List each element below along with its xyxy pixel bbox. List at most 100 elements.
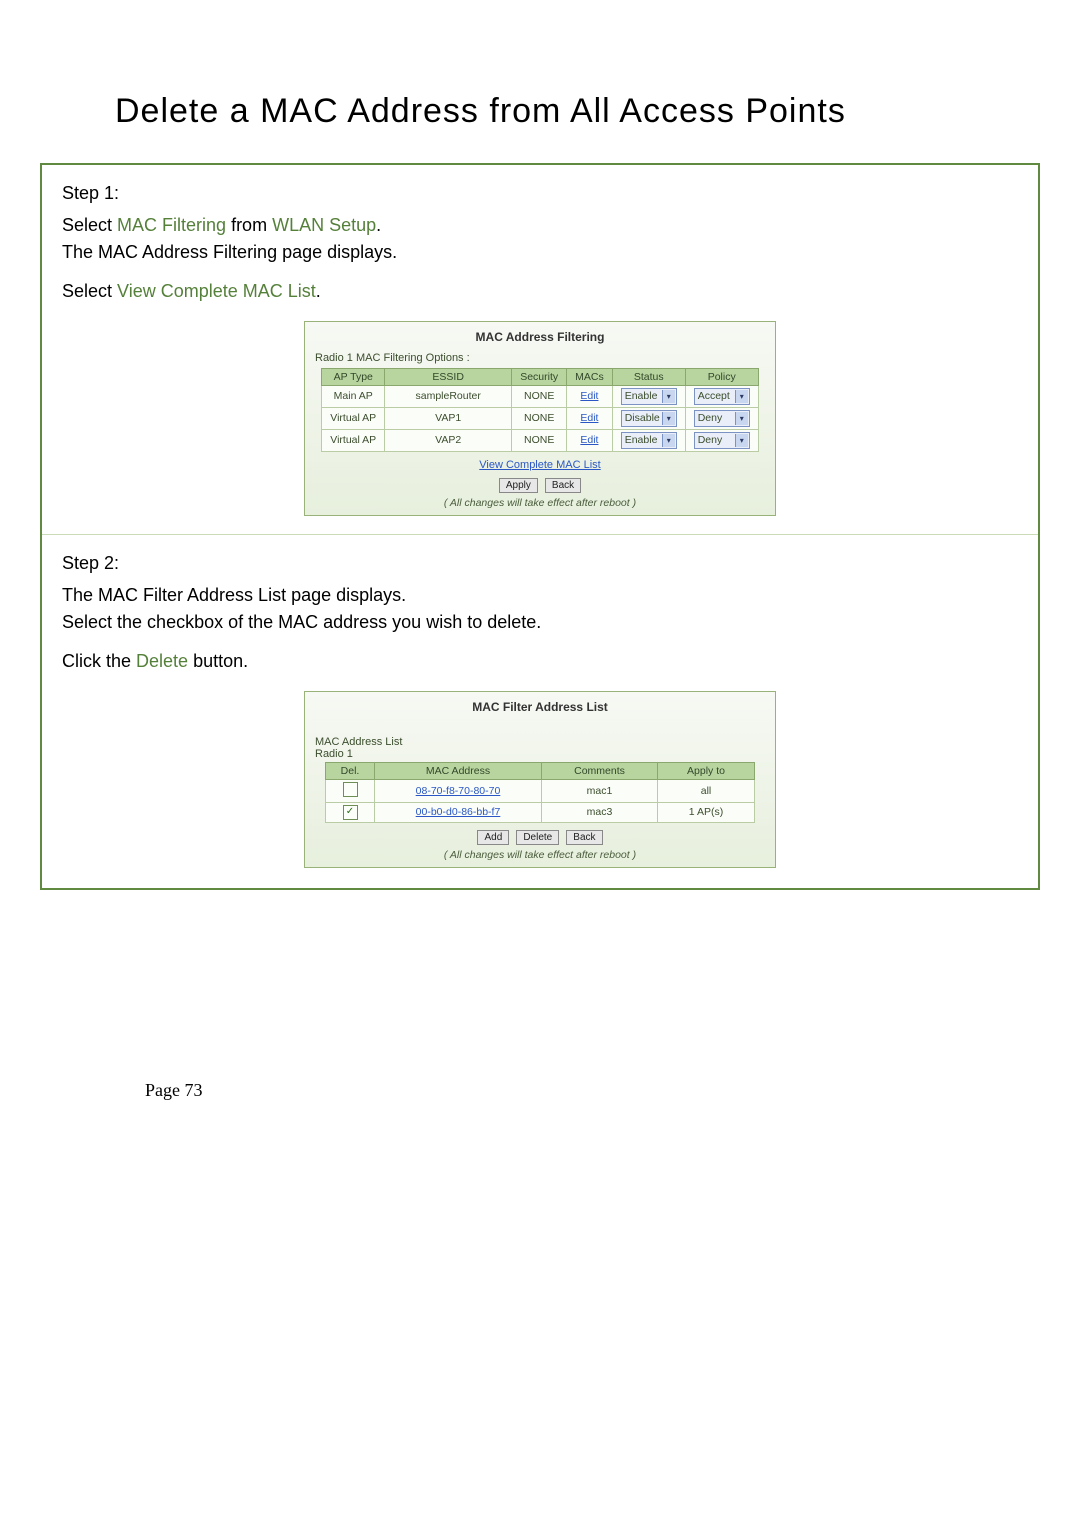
- col-status: Status: [612, 368, 685, 385]
- text: The MAC Filter Address List page display…: [62, 585, 406, 605]
- page-title: Delete a MAC Address from All Access Poi…: [115, 90, 965, 133]
- panel2-buttons: Add Delete Back: [305, 827, 775, 849]
- panel2-title: MAC Filter Address List: [305, 692, 775, 720]
- delete-button[interactable]: Delete: [516, 830, 559, 845]
- step-2-body-2: Click the Delete button.: [62, 648, 1018, 675]
- col-macs: MACs: [567, 368, 613, 385]
- mac-address-filtering-panel: MAC Address Filtering Radio 1 MAC Filter…: [304, 321, 776, 516]
- table-row: Virtual AP VAP1 NONE Edit Disable▾ Deny▾: [322, 407, 758, 429]
- chevron-down-icon: ▾: [735, 412, 748, 425]
- select-value: Deny: [698, 412, 723, 424]
- policy-select[interactable]: Deny ▾: [694, 432, 750, 449]
- col-security: Security: [512, 368, 567, 385]
- step-1-label: Step 1:: [62, 183, 1018, 204]
- panel2-sub2: Radio 1: [305, 748, 775, 762]
- text: .: [316, 281, 321, 301]
- cell-essid: sampleRouter: [385, 385, 512, 407]
- delete-checkbox[interactable]: ✓: [343, 805, 358, 820]
- policy-select[interactable]: Accept ▾: [694, 388, 750, 405]
- mac-address-list-table: Del. MAC Address Comments Apply to 08-70…: [325, 762, 755, 823]
- panel1-wrap: MAC Address Filtering Radio 1 MAC Filter…: [62, 317, 1018, 524]
- mac-filter-address-list-panel: MAC Filter Address List MAC Address List…: [304, 691, 776, 868]
- cell-aptype: Virtual AP: [322, 407, 385, 429]
- edit-macs-link[interactable]: Edit: [580, 412, 598, 424]
- view-complete-mac-list-link-text: View Complete MAC List: [117, 281, 316, 301]
- apply-button[interactable]: Apply: [499, 478, 538, 493]
- steps-container: Step 1: Select MAC Filtering from WLAN S…: [40, 163, 1040, 890]
- step-2-section: Step 2: The MAC Filter Address List page…: [42, 535, 1038, 888]
- cell-essid: VAP1: [385, 407, 512, 429]
- panel1-note: ( All changes will take effect after reb…: [305, 497, 775, 515]
- panel1-subhead: Radio 1 MAC Filtering Options :: [305, 350, 775, 368]
- step-2-label: Step 2:: [62, 553, 1018, 574]
- text: from: [226, 215, 272, 235]
- cell-essid: VAP2: [385, 429, 512, 451]
- panel2-wrap: MAC Filter Address List MAC Address List…: [62, 687, 1018, 876]
- table-row: Virtual AP VAP2 NONE Edit Enable▾ Deny ▾: [322, 429, 758, 451]
- select-value: Disable: [625, 412, 660, 424]
- mac-address-link[interactable]: 08-70-f8-70-80-70: [416, 785, 501, 797]
- table-row: 08-70-f8-70-80-70 mac1 all: [326, 779, 755, 802]
- text: Click the: [62, 651, 136, 671]
- cell-applyto: 1 AP(s): [658, 802, 755, 822]
- table-header-row: Del. MAC Address Comments Apply to: [326, 762, 755, 779]
- panel1-link-row: View Complete MAC List: [305, 456, 775, 475]
- cell-security: NONE: [512, 429, 567, 451]
- select-value: Enable: [625, 390, 658, 402]
- page-number: Page 73: [145, 1080, 1080, 1101]
- mac-address-link[interactable]: 00-b0-d0-86-bb-f7: [416, 806, 501, 818]
- table-header-row: AP Type ESSID Security MACs Status Polic…: [322, 368, 758, 385]
- chevron-down-icon: ▾: [662, 434, 675, 447]
- col-aptype: AP Type: [322, 368, 385, 385]
- text: Select: [62, 215, 117, 235]
- panel1-buttons: Apply Back: [305, 475, 775, 497]
- step-1-section: Step 1: Select MAC Filtering from WLAN S…: [42, 165, 1038, 535]
- col-policy: Policy: [685, 368, 758, 385]
- col-mac: MAC Address: [375, 762, 542, 779]
- select-value: Deny: [698, 434, 723, 446]
- cell-aptype: Main AP: [322, 385, 385, 407]
- chevron-down-icon: ▾: [662, 390, 675, 403]
- chevron-down-icon: ▾: [662, 412, 675, 425]
- edit-macs-link[interactable]: Edit: [580, 434, 598, 446]
- step-1-body: Select MAC Filtering from WLAN Setup. Th…: [62, 212, 1018, 266]
- mac-filtering-table: AP Type ESSID Security MACs Status Polic…: [321, 368, 758, 452]
- delete-button-text: Delete: [136, 651, 188, 671]
- status-select[interactable]: Enable▾: [621, 432, 677, 449]
- text: Select: [62, 281, 117, 301]
- edit-macs-link[interactable]: Edit: [580, 390, 598, 402]
- back-button[interactable]: Back: [566, 830, 602, 845]
- status-select[interactable]: Enable ▾: [621, 388, 677, 405]
- view-complete-mac-list-link[interactable]: View Complete MAC List: [479, 459, 600, 471]
- col-comments: Comments: [542, 762, 658, 779]
- col-essid: ESSID: [385, 368, 512, 385]
- cell-comments: mac1: [542, 779, 658, 802]
- wlan-setup-link-text: WLAN Setup: [272, 215, 376, 235]
- step-1-body-2: Select View Complete MAC List.: [62, 278, 1018, 305]
- cell-comments: mac3: [542, 802, 658, 822]
- table-row: Main AP sampleRouter NONE Edit Enable ▾ A…: [322, 385, 758, 407]
- back-button[interactable]: Back: [545, 478, 581, 493]
- add-button[interactable]: Add: [477, 830, 509, 845]
- cell-aptype: Virtual AP: [322, 429, 385, 451]
- table-row: ✓ 00-b0-d0-86-bb-f7 mac3 1 AP(s): [326, 802, 755, 822]
- col-applyto: Apply to: [658, 762, 755, 779]
- cell-security: NONE: [512, 407, 567, 429]
- panel2-sub1: MAC Address List: [305, 734, 775, 748]
- select-value: Accept: [698, 390, 730, 402]
- chevron-down-icon: ▾: [735, 390, 748, 403]
- text: button.: [188, 651, 248, 671]
- text: .: [376, 215, 381, 235]
- text: Select the checkbox of the MAC address y…: [62, 612, 541, 632]
- chevron-down-icon: ▾: [735, 434, 748, 447]
- delete-checkbox[interactable]: [343, 782, 358, 797]
- col-del: Del.: [326, 762, 375, 779]
- status-select[interactable]: Disable▾: [621, 410, 677, 427]
- panel2-note: ( All changes will take effect after reb…: [305, 849, 775, 867]
- panel1-title: MAC Address Filtering: [305, 322, 775, 350]
- step-2-body: The MAC Filter Address List page display…: [62, 582, 1018, 636]
- text: The MAC Address Filtering page displays.: [62, 242, 397, 262]
- cell-security: NONE: [512, 385, 567, 407]
- policy-select[interactable]: Deny ▾: [694, 410, 750, 427]
- mac-filtering-link-text: MAC Filtering: [117, 215, 226, 235]
